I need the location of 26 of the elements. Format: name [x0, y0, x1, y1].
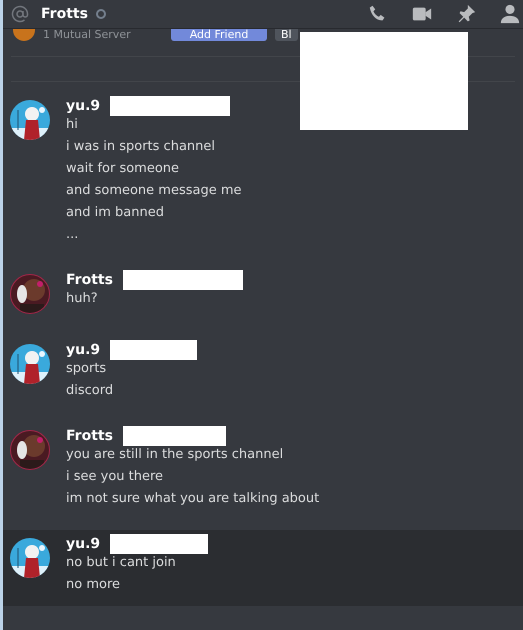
message-text: wait for someone — [66, 160, 180, 178]
mutual-servers-link[interactable]: 1 Mutual Server — [43, 29, 163, 41]
author-name[interactable]: yu.9 — [66, 340, 100, 360]
at-icon — [11, 5, 29, 23]
message-text: and someone message me — [66, 182, 242, 200]
message-text: sports — [66, 360, 108, 378]
person-icon[interactable] — [499, 3, 521, 25]
author-name[interactable]: Frotts — [66, 270, 113, 290]
block-button[interactable]: Bl — [275, 29, 298, 41]
message-text: i see you there — [66, 468, 164, 486]
message-text: no more — [66, 576, 121, 594]
user-name: Frotts — [41, 5, 88, 23]
message-text: im not sure what you are talking about — [66, 490, 320, 508]
author-name[interactable]: yu.9 — [66, 96, 100, 116]
server-icon — [13, 29, 35, 41]
message-text: discord — [66, 382, 114, 400]
message-text: you are still in the sports channel — [66, 446, 284, 464]
status-icon — [96, 9, 106, 19]
message-text: and im banned — [66, 204, 165, 222]
message-text: huh? — [66, 290, 99, 308]
message-text: ... — [66, 226, 80, 244]
message-text: i was in sports channel — [66, 138, 216, 156]
message-text: hi — [66, 116, 79, 134]
message-text: no but i cant join — [66, 554, 177, 572]
author-name[interactable]: yu.9 — [66, 534, 100, 554]
author-name[interactable]: Frotts — [66, 426, 113, 446]
